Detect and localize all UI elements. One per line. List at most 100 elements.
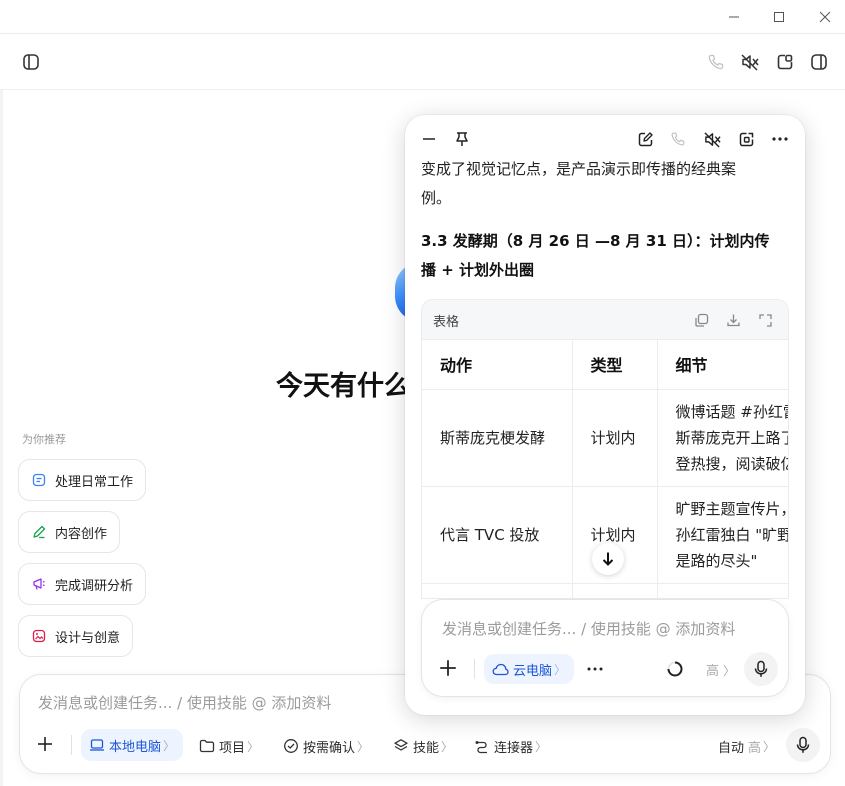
heading-line: 3.3 发酵期（8 月 26 日 —8 月 31 日）：计划内传: [421, 232, 770, 250]
page-title: 今天有什么: [276, 371, 406, 402]
more-options-icon[interactable]: [584, 658, 606, 680]
project-label: 项目: [219, 740, 246, 756]
level-label: 高: [706, 664, 720, 679]
more-icon[interactable]: [768, 127, 792, 151]
microphone-icon: [795, 736, 811, 754]
right-panel-toggle-icon[interactable]: [807, 50, 831, 74]
skills-label: 技能: [413, 740, 440, 756]
table-cell-detail: 微博话题 #孙红雷 斯蒂庞克开上路了 登热搜，阅读破亿: [657, 389, 789, 487]
chip-label: 完成调研分析: [55, 578, 134, 594]
table-toolbar: 表格: [422, 300, 788, 340]
folder-icon: [199, 739, 215, 753]
table-cell: 计划内: [572, 389, 658, 487]
expand-icon[interactable]: [756, 311, 774, 329]
add-button[interactable]: [438, 658, 460, 680]
table-header-row: 动作 类型 细节: [422, 340, 788, 390]
detail-line: 登热搜，阅读破亿: [675, 454, 789, 473]
pen-icon: [31, 524, 47, 540]
recommend-title: 为你推荐: [22, 433, 66, 446]
table-cell: [657, 583, 788, 598]
chevron-right-icon: 〉: [247, 739, 260, 754]
image-icon: [31, 628, 47, 644]
detail-line: 孙红雷独白 "旷野: [675, 525, 789, 544]
chip-label: 内容创作: [55, 526, 108, 542]
floating-chat-panel: 变成了视觉记忆点，是产品演示即传播的经典案 例。 3.3 发酵期（8 月 26 …: [405, 115, 805, 715]
confirm-mode-button[interactable]: 按需确认 〉: [283, 735, 369, 757]
chevron-right-icon: 〉: [357, 739, 370, 754]
panel-composer: 发消息或创建任务... / 使用技能 @ 添加资料 云电脑 〉 高 〉: [421, 599, 789, 697]
cloud-icon: [492, 663, 509, 676]
table-header: 类型: [572, 340, 658, 390]
layers-icon: [393, 738, 409, 754]
table-cell: 代言 TVC 投放: [422, 486, 573, 584]
chip-label: 设计与创意: [55, 630, 121, 646]
download-icon[interactable]: [724, 311, 742, 329]
checklist-icon: [31, 472, 47, 488]
close-icon[interactable]: [812, 4, 838, 30]
app-header: [0, 34, 845, 90]
divider: [474, 659, 475, 679]
chevron-right-icon: 〉: [163, 738, 176, 753]
scroll-to-bottom-button[interactable]: [592, 543, 624, 575]
connector-icon: [474, 738, 490, 754]
cloud-pc-button[interactable]: 云电脑 〉: [484, 654, 575, 684]
chip-label: 处理日常工作: [55, 474, 134, 490]
table-row: 斯蒂庞克梗发酵 计划内 微博话题 #孙红雷 斯蒂庞克开上路了 登热搜，阅读破亿: [422, 389, 789, 487]
minimize-icon[interactable]: [721, 4, 747, 30]
local-pc-label: 本地电脑: [109, 739, 162, 755]
table-title: 表格: [433, 315, 460, 330]
chip-design[interactable]: 设计与创意: [18, 615, 134, 657]
microphone-button[interactable]: [744, 652, 778, 686]
detail-line: 是路的尽头": [675, 551, 758, 570]
local-pc-button[interactable]: 本地电脑 〉: [81, 729, 184, 761]
phone-icon[interactable]: [666, 127, 690, 151]
divider: [71, 735, 72, 755]
mute-icon[interactable]: [700, 127, 724, 151]
table-cell: [572, 583, 658, 598]
copy-icon[interactable]: [692, 311, 710, 329]
microphone-button[interactable]: [786, 728, 820, 762]
level-selector[interactable]: 高 〉: [706, 660, 735, 679]
project-button[interactable]: 项目 〉: [199, 735, 259, 757]
chip-daily-work[interactable]: 处理日常工作: [18, 459, 147, 501]
minimize-panel-icon[interactable]: [417, 127, 441, 151]
mode-level-label: 高: [748, 740, 762, 756]
table-header: 动作: [422, 340, 573, 390]
phone-icon[interactable]: [704, 50, 728, 74]
connectors-button[interactable]: 连接器 〉: [474, 735, 547, 757]
add-button[interactable]: [36, 733, 54, 755]
mode-selector[interactable]: 自动 高 〉: [718, 735, 775, 757]
detail-line: 旷野主题宣传片，: [675, 499, 789, 518]
loading-spinner-icon: [666, 660, 684, 678]
skills-button[interactable]: 技能 〉: [393, 735, 453, 757]
laptop-icon: [89, 738, 105, 752]
edit-icon[interactable]: [633, 127, 657, 151]
sidebar-toggle-icon[interactable]: [19, 50, 43, 74]
chevron-right-icon: 〉: [441, 739, 454, 754]
table-cell-detail: 旷野主题宣传片， 孙红雷独白 "旷野 是路的尽头": [657, 486, 789, 584]
megaphone-icon: [31, 576, 47, 592]
connectors-label: 连接器: [494, 740, 534, 756]
open-window-icon[interactable]: [734, 127, 758, 151]
detail-line: 斯蒂庞克开上路了: [675, 428, 789, 447]
mode-auto-label: 自动: [718, 740, 745, 756]
message-text: 变成了视觉记忆点，是产品演示即传播的经典案 例。: [421, 155, 791, 213]
chip-research[interactable]: 完成调研分析: [18, 563, 147, 605]
maximize-icon[interactable]: [766, 4, 792, 30]
left-rail: [0, 90, 3, 786]
cloud-pc-label: 云电脑: [513, 663, 553, 679]
message-input[interactable]: 发消息或创建任务... / 使用技能 @ 添加资料: [38, 692, 331, 713]
plus-icon: [36, 735, 54, 753]
detail-line: 微博话题 #孙红雷: [675, 402, 789, 421]
pin-icon[interactable]: [450, 127, 474, 151]
chevron-right-icon: 〉: [554, 662, 567, 677]
chevron-right-icon: 〉: [723, 664, 736, 678]
message-line: 例。: [421, 189, 452, 207]
arrow-down-icon: [601, 551, 615, 567]
new-window-icon[interactable]: [773, 50, 797, 74]
chip-content-creation[interactable]: 内容创作: [18, 511, 121, 553]
mute-icon[interactable]: [738, 50, 762, 74]
microphone-icon: [753, 660, 769, 678]
table-cell: [422, 583, 573, 598]
panel-message-input[interactable]: 发消息或创建任务... / 使用技能 @ 添加资料: [442, 618, 735, 639]
